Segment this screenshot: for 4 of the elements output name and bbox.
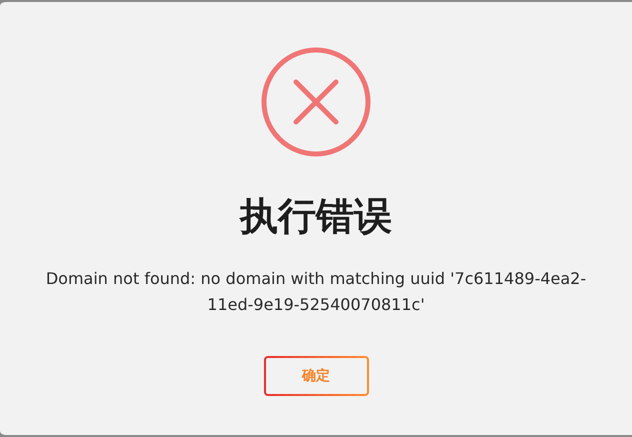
error-message: Domain not found: no domain with matching uuid '7c611489-4ea2-11ed-9e19-52540070811c' (44, 268, 588, 316)
dialog-title: 执行错误 (240, 194, 392, 240)
confirm-button[interactable]: 确定 (264, 356, 368, 396)
error-icon (260, 46, 372, 158)
